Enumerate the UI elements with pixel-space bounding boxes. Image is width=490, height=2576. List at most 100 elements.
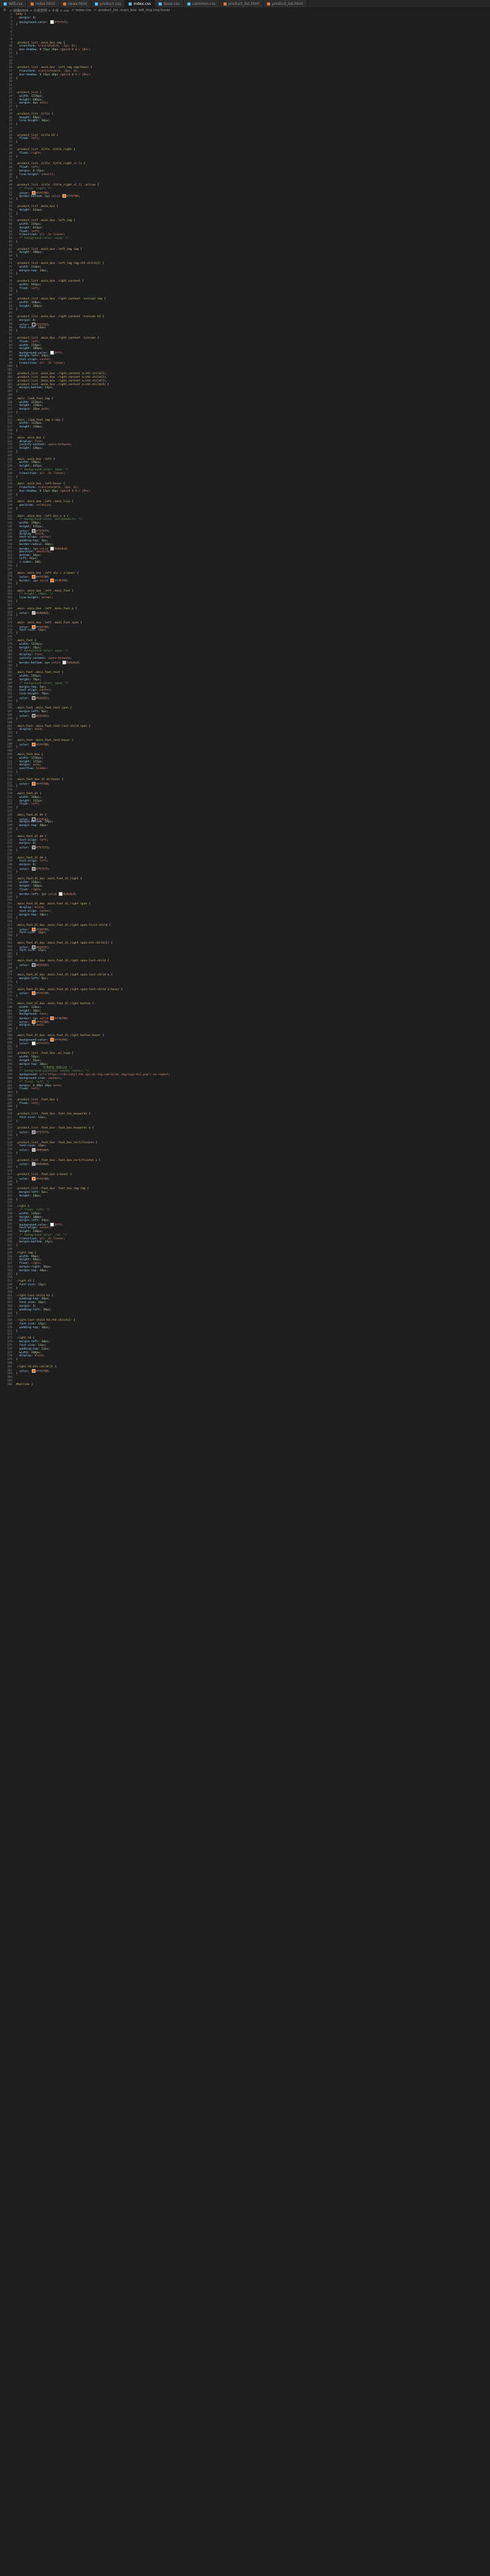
code-token: : — [28, 743, 31, 747]
code-token: /* 引用雷电 底部过渡 */ — [16, 1066, 73, 1070]
code-token: ; — [48, 1297, 50, 1301]
code-token: .main_foot_dl dd — [16, 856, 43, 860]
code-text: margin-top: 10px; — [16, 914, 48, 917]
code-token: justify-content — [16, 443, 45, 447]
color-swatch-icon[interactable] — [31, 1130, 36, 1135]
code-token: 16px — [37, 1301, 45, 1305]
color-swatch-icon[interactable] — [31, 781, 36, 786]
color-swatch-icon[interactable] — [50, 1016, 55, 1021]
color-swatch-icon[interactable] — [50, 1038, 55, 1042]
code-token: #616161 — [36, 964, 48, 967]
code-token: font-size — [16, 1283, 35, 1287]
color-swatch-icon[interactable] — [31, 1162, 36, 1166]
code-token: transform — [16, 70, 35, 73]
code-token: ; — [48, 530, 50, 533]
code-token: 14px — [41, 1219, 48, 1223]
code-token: ; — [46, 539, 48, 543]
color-swatch-icon[interactable] — [50, 20, 55, 24]
tab-6[interactable]: common.css — [184, 0, 220, 7]
code-token: #757575 — [36, 868, 48, 871]
code-token: { — [59, 418, 64, 422]
code-token: .product_list .title .title_right — [16, 148, 72, 151]
code-token: { — [100, 315, 104, 319]
tab-8[interactable]: product_list.html — [263, 0, 307, 7]
code-token: 26px — [32, 408, 42, 411]
code-token: } — [16, 1091, 18, 1095]
code-token: 30px — [32, 554, 40, 557]
code-token: ; — [48, 743, 50, 747]
code-text: border-left: 1px solid #e0e0e0; — [16, 892, 77, 896]
code-token: } — [16, 717, 18, 721]
color-swatch-icon[interactable] — [62, 660, 66, 664]
code-token: 234px — [31, 265, 40, 269]
code-token: float — [16, 230, 28, 233]
tab-3[interactable]: product.css — [91, 0, 126, 7]
tab-7[interactable]: product_list.html — [219, 0, 264, 7]
code-token: font-size — [16, 931, 35, 934]
color-swatch-icon[interactable] — [31, 1041, 36, 1045]
code-token: auto — [39, 102, 47, 105]
breadcrumb-item[interactable]: E: — [4, 9, 7, 12]
code-token: { — [100, 261, 104, 265]
color-swatch-icon[interactable] — [50, 351, 55, 355]
code-token: { — [50, 397, 53, 400]
code-token: border-bottom — [16, 661, 42, 665]
color-swatch-icon[interactable] — [31, 742, 36, 746]
code-token: .right h3 — [16, 1280, 31, 1283]
code-token: { — [59, 671, 64, 675]
code-token: background-size — [16, 1076, 45, 1080]
code-token: body — [16, 13, 23, 16]
tab-0[interactable]: Wifi.css — [0, 0, 27, 7]
code-token: .main_foot_dl_box .main_foot_dl_right sp… — [16, 924, 108, 927]
tab-5[interactable]: base.css — [155, 0, 184, 7]
code-token: ; — [48, 408, 50, 411]
code-token: 614px — [32, 226, 42, 230]
color-swatch-icon[interactable] — [31, 714, 36, 718]
code-editor[interactable]: 1 body {2 margin: 0; 3 background-color: #… — [0, 13, 490, 2576]
color-swatch-icon[interactable] — [31, 1176, 36, 1181]
code-token: ; — [39, 1194, 42, 1198]
code-token: margin — [16, 764, 30, 767]
color-swatch-icon[interactable] — [59, 892, 63, 896]
code-token: width — [16, 94, 28, 98]
color-swatch-icon[interactable] — [31, 696, 36, 700]
color-swatch-icon[interactable] — [31, 1369, 36, 1373]
code-token: translate3d(0, -2px, 0) — [37, 486, 77, 490]
code-token: 0 40px 20px — [32, 1084, 53, 1087]
breadcrumb-item[interactable]: > index.css — [72, 9, 91, 12]
color-swatch-icon[interactable] — [50, 579, 55, 583]
code-token: right — [31, 151, 40, 155]
color-swatch-icon[interactable] — [31, 1148, 36, 1152]
file-type-icon — [129, 2, 132, 6]
file-type-icon — [4, 2, 7, 6]
tab-4[interactable]: index.css — [125, 0, 156, 7]
code-token: } — [16, 176, 18, 180]
code-token: line-height — [16, 693, 38, 696]
color-swatch-icon[interactable] — [31, 846, 36, 850]
code-token: ; — [41, 422, 43, 426]
code-token: /* background-color: aqua; */ — [16, 682, 69, 685]
color-swatch-icon[interactable] — [31, 867, 36, 871]
tab-1[interactable]: index.html — [26, 0, 59, 7]
code-text: } — [16, 1045, 18, 1049]
code-token: 160px — [32, 304, 42, 308]
code-token: #ffffff — [36, 1042, 48, 1046]
tab-2[interactable]: news.html — [59, 0, 91, 7]
code-token: ; — [48, 1177, 50, 1181]
color-swatch-icon[interactable] — [31, 610, 36, 615]
code-token: width — [16, 265, 28, 269]
breadcrumb-item[interactable]: > 前端0806 > 小米官网 > 小米 > css — [9, 8, 69, 13]
code-token: width — [16, 283, 28, 287]
code-token: left — [31, 165, 38, 169]
code-token: { — [85, 1187, 89, 1191]
code-text: float: left; — [16, 803, 40, 806]
code-token: height — [16, 447, 30, 451]
code-token: { — [75, 571, 79, 575]
code-token: border — [16, 579, 30, 583]
color-swatch-icon[interactable] — [31, 963, 36, 967]
breadcrumb-item[interactable]: > .product_list .main_box .left_img img:… — [94, 9, 170, 12]
code-token: 80px — [32, 1258, 40, 1262]
code-token: left — [39, 860, 47, 863]
color-swatch-icon[interactable] — [31, 991, 36, 996]
color-swatch-icon[interactable] — [62, 194, 66, 198]
